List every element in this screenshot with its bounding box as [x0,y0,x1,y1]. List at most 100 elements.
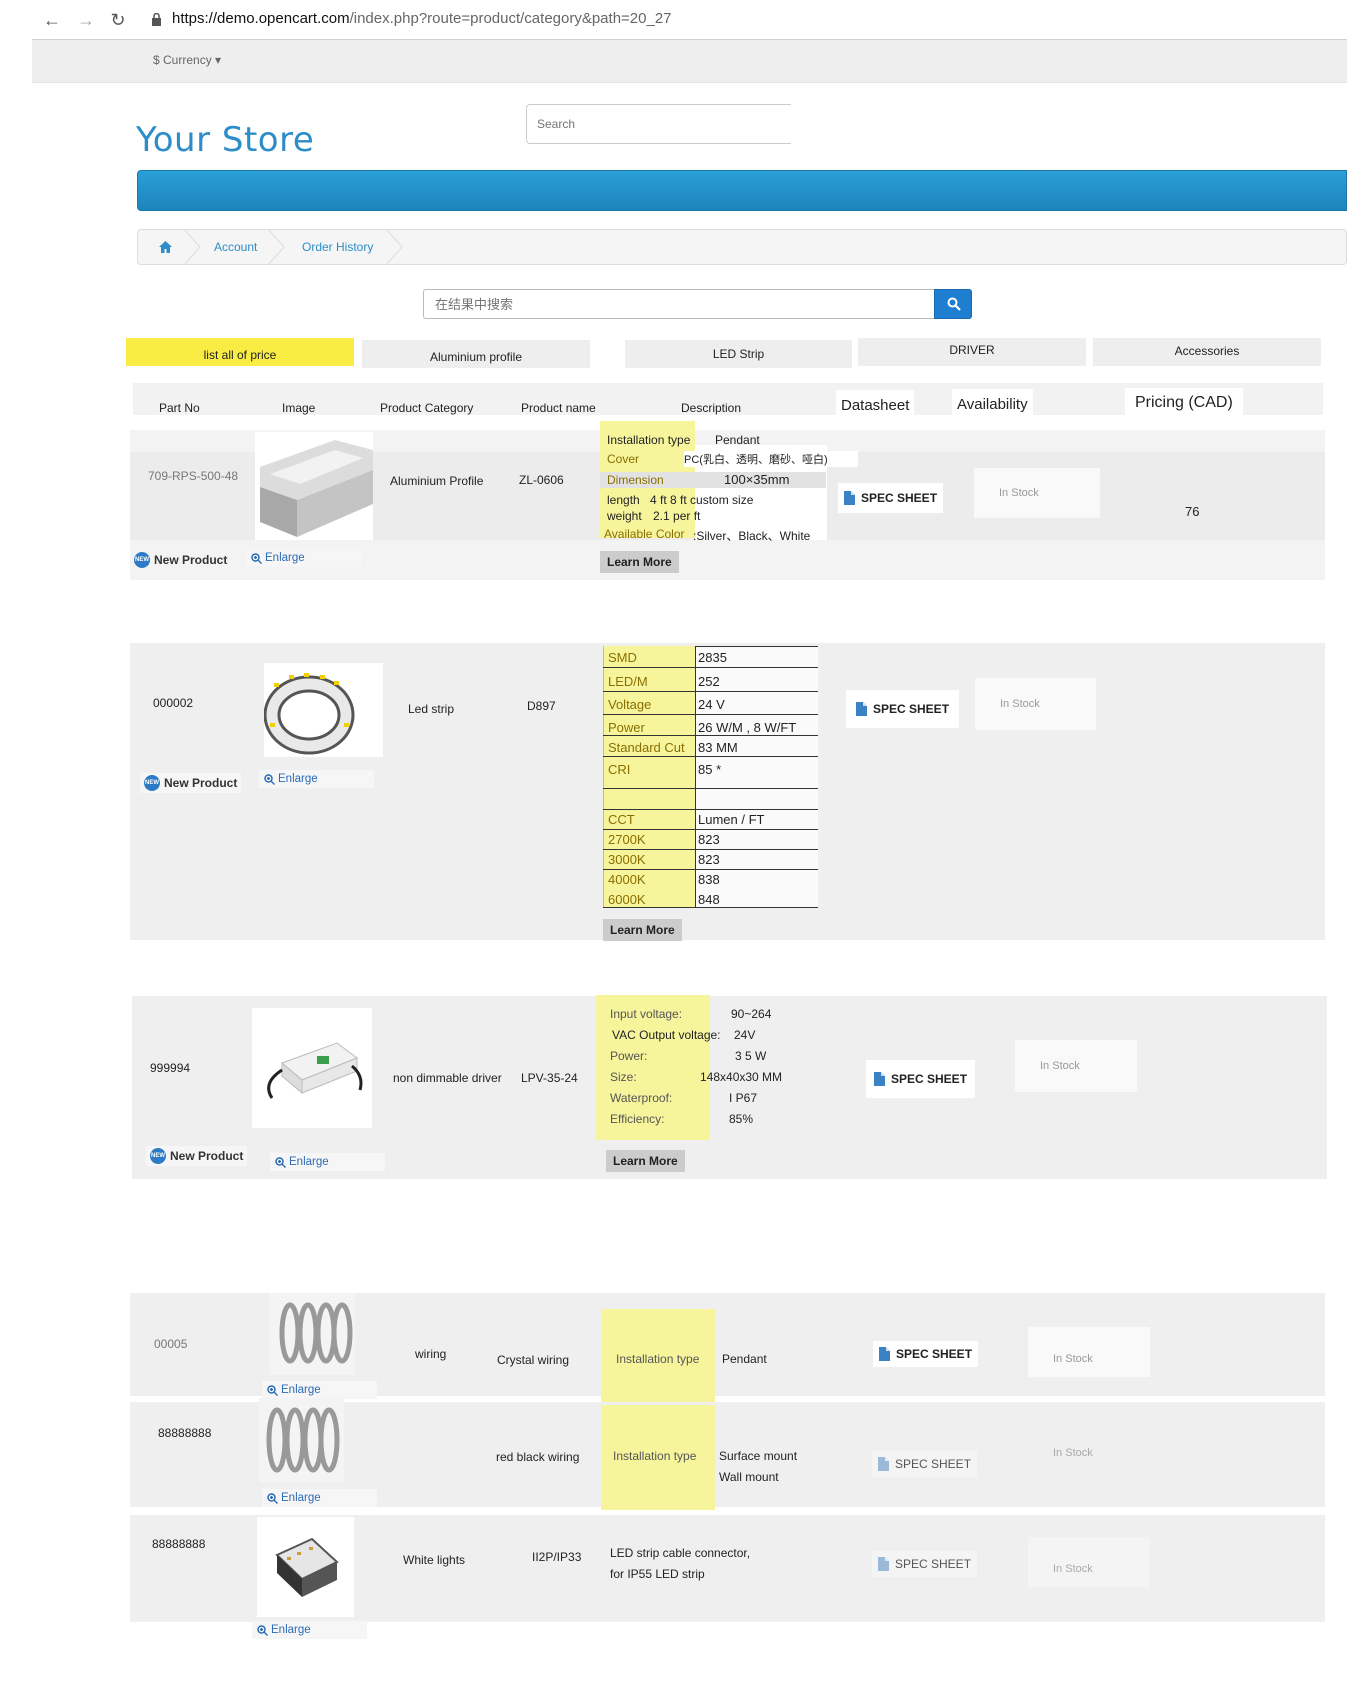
lock-icon [152,13,161,26]
spec-sheet-link[interactable]: SPEC SHEET [866,1060,976,1098]
cct-label: CCT [608,812,635,827]
stock-label: In Stock [1053,1353,1093,1365]
col-image: Image [282,401,316,415]
availability-status: In Stock [1015,1040,1137,1092]
desc-row-label: Size: [610,1070,637,1084]
part-no: 88888888 [152,1537,206,1551]
desc-row-label: VAC Output voltage: [612,1028,721,1042]
install-type-value: Surface mount [719,1449,798,1463]
currency-dropdown[interactable]: $ Currency ▾ [153,53,221,67]
desc-row-value: 148x40x30 MM [700,1070,783,1084]
filter-search-input[interactable] [423,289,935,319]
url-host: https://demo.opencart.com [172,10,350,27]
back-icon[interactable]: ← [40,8,64,32]
desc-row-value: 90~264 [731,1007,772,1021]
tab-driver[interactable]: DRIVER [858,338,1086,366]
tab-label: DRIVER [949,343,995,357]
tab-list-all[interactable]: list all of price [126,338,354,366]
part-no: 88888888 [158,1426,212,1440]
enlarge-link[interactable]: Enlarge [246,549,361,567]
spec-sheet-link[interactable]: SPEC SHEET [846,690,960,728]
part-no: 00005 [154,1337,188,1351]
desc-row-label: Input voltage: [610,1007,683,1021]
enlarge-link[interactable]: Enlarge [262,1381,377,1399]
new-product-label: New Product [170,1149,244,1163]
product-category: wiring [415,1347,447,1361]
spec-label: SMD [608,650,637,665]
desc-row-label: length [607,493,640,507]
col-pricing: Pricing (CAD) [1125,388,1243,418]
filter-search-button[interactable] [934,289,972,319]
desc-row-value: :Silver、Black、White [693,529,811,543]
learn-more-button[interactable]: Learn More [606,1150,685,1172]
product-image[interactable] [270,1293,355,1375]
product-category: White lights [403,1553,466,1567]
col-product-name: Product name [521,401,596,415]
spec-table-rule [603,829,818,830]
pdf-icon [878,1457,889,1471]
new-product-badge: NEW New Product [146,1146,248,1166]
spec-table-rule [695,646,818,647]
product-image[interactable] [257,1517,354,1617]
tab-aluminium-profile[interactable]: Aluminium profile [362,340,590,368]
tab-accessories[interactable]: Accessories [1093,338,1321,366]
cct-value: 838 [698,872,720,887]
product-category: Led strip [408,702,455,716]
forward-icon[interactable]: → [74,8,98,32]
spec-sheet-label: SPEC SHEET [896,1347,973,1361]
desc-row-value: 4 ft 8 ft custom size [650,493,754,507]
connector-image [275,1537,339,1597]
product-name: D897 [527,699,556,713]
desc-row-label: Installation type [607,433,691,447]
breadcrumb: Account Order History [137,229,1347,265]
pdf-icon [844,491,855,505]
store-logo[interactable]: Your Store [136,120,314,160]
product-image[interactable] [264,663,383,757]
spec-label: Voltage [608,697,652,712]
spec-label: Standard Cut [608,740,685,755]
spec-table-rule [603,714,818,715]
product-name: LPV-35-24 [521,1071,578,1085]
enlarge-link[interactable]: Enlarge [270,1153,385,1171]
search-input[interactable] [526,104,791,144]
product-name: ZL-0606 [519,473,564,487]
breadcrumb-account[interactable]: Account [214,240,257,254]
product-image[interactable] [252,1008,372,1128]
cct-label: 6000K [608,892,646,907]
stock-label: In Stock [1053,1563,1093,1575]
product-price: 76 [1185,504,1200,519]
enlarge-link[interactable]: Enlarge [259,770,374,788]
wiring-image [266,1407,340,1473]
breadcrumb-order-history[interactable]: Order History [302,240,373,254]
stock-label: In Stock [999,487,1039,499]
enlarge-link[interactable]: Enlarge [252,1621,367,1639]
spec-sheet-link[interactable]: SPEC SHEET [872,1551,978,1577]
spec-sheet-label: SPEC SHEET [891,1072,968,1086]
home-icon[interactable] [159,241,172,253]
tab-led-strip[interactable]: LED Strip [625,340,852,368]
spec-sheet-link[interactable]: SPEC SHEET [838,483,944,513]
enlarge-link[interactable]: Enlarge [262,1489,377,1507]
product-name: II2P/IP33 [532,1550,582,1564]
led-strip-image [264,673,355,755]
learn-more-button[interactable]: Learn More [600,551,679,573]
spec-sheet-link[interactable]: SPEC SHEET [873,1341,979,1367]
breadcrumb-separator [183,229,201,265]
address-bar[interactable]: https://demo.opencart.com/index.php?rout… [172,10,672,27]
spec-value: 85 * [698,762,722,777]
install-type-value: Wall mount [719,1470,779,1484]
zoom-in-icon [257,1624,268,1636]
learn-more-button[interactable]: Learn More [603,919,682,941]
spec-sheet-link[interactable]: SPEC SHEET [872,1451,978,1477]
tab-label: Accessories [1174,344,1240,358]
aluminium-profile-image [260,440,373,537]
tab-label: Aluminium profile [429,350,523,364]
reload-icon[interactable]: ↻ [106,8,130,32]
product-image[interactable] [259,1398,344,1482]
desc-row-label: weight [607,509,642,523]
col-availability: Availability [952,389,1033,420]
spec-value: 83 MM [698,740,738,755]
product-image[interactable] [255,432,373,540]
cct-label: 2700K [608,832,646,847]
spec-table-rule [603,691,818,692]
